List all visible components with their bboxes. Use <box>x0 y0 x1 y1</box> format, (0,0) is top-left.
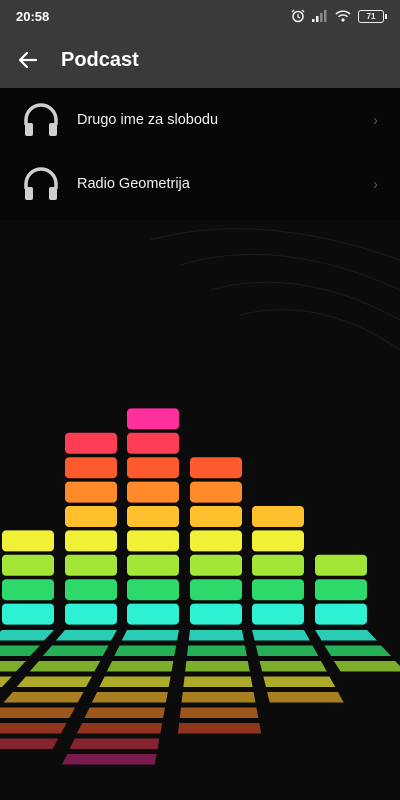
equalizer-reflection <box>185 661 250 672</box>
equalizer-block <box>127 506 179 527</box>
status-bar: 20:58 71 <box>0 0 400 32</box>
equalizer-reflection <box>0 661 26 672</box>
equalizer-block <box>252 579 304 601</box>
equalizer-block <box>252 603 304 625</box>
alarm-icon <box>291 9 305 23</box>
equalizer-reflection <box>16 676 92 687</box>
equalizer-block <box>127 579 179 601</box>
equalizer-reflection <box>188 630 245 641</box>
podcast-item-label: Drugo ime za slobodu <box>77 112 219 128</box>
equalizer-block <box>127 554 179 576</box>
equalizer-reflection <box>76 723 163 734</box>
equalizer-block <box>127 603 179 625</box>
equalizer-reflection <box>177 723 262 734</box>
equalizer-reflection <box>0 707 76 718</box>
equalizer-block <box>127 408 179 430</box>
back-button[interactable] <box>16 48 40 72</box>
wifi-icon <box>335 10 351 22</box>
equalizer-reflection <box>106 661 174 672</box>
equalizer-block <box>65 530 117 552</box>
equalizer-reflection <box>121 630 179 641</box>
equalizer-block <box>252 554 304 576</box>
equalizer-reflection <box>263 676 336 687</box>
chevron-right-icon: › <box>373 111 378 129</box>
equalizer-block <box>65 432 117 454</box>
chevron-right-icon: › <box>373 175 378 193</box>
equalizer-reflection <box>62 754 157 765</box>
equalizer-reflection <box>0 738 59 749</box>
equalizer-block <box>190 603 242 625</box>
equalizer-reflection <box>29 661 101 672</box>
equalizer-block <box>2 530 54 552</box>
arrow-left-icon <box>18 51 38 69</box>
equalizer-reflection <box>42 645 109 656</box>
equalizer-block <box>127 457 179 479</box>
podcast-item[interactable]: Radio Geometrija › <box>0 152 400 216</box>
equalizer-reflection <box>69 738 160 749</box>
equalizer-reflection <box>0 676 12 687</box>
equalizer-reflection <box>324 645 392 656</box>
headphones-icon <box>24 167 58 200</box>
equalizer-block <box>127 432 179 454</box>
equalizer-block <box>252 530 304 552</box>
headphones-icon <box>24 103 58 136</box>
equalizer-block <box>2 579 54 601</box>
equalizer-reflection <box>267 692 344 703</box>
battery-level: 71 <box>366 11 376 21</box>
equalizer-block <box>315 603 367 625</box>
podcast-item-label: Radio Geometrija <box>77 176 190 192</box>
equalizer-block <box>65 579 117 601</box>
page-title: Podcast <box>61 48 139 71</box>
equalizer-block <box>127 530 179 552</box>
equalizer-reflection <box>84 707 166 718</box>
equalizer-block <box>190 554 242 576</box>
equalizer-reflection <box>252 630 310 641</box>
equalizer-block <box>65 506 117 527</box>
equalizer-reflection <box>333 661 400 672</box>
equalizer-reflection <box>259 661 327 672</box>
equalizer-block <box>190 457 242 479</box>
equalizer-reflection <box>99 676 171 687</box>
equalizer-background <box>0 228 400 765</box>
equalizer-block <box>315 554 367 576</box>
equalizer-reflection <box>3 692 84 703</box>
equalizer-reflection <box>0 630 54 641</box>
equalizer-block <box>65 554 117 576</box>
equalizer-block <box>252 506 304 527</box>
equalizer-reflection <box>0 723 67 734</box>
equalizer-block <box>190 530 242 552</box>
equalizer-block <box>65 457 117 479</box>
signal-icon <box>312 10 327 22</box>
equalizer-block <box>2 603 54 625</box>
status-icons: 71 <box>291 9 387 23</box>
equalizer-block <box>190 506 242 527</box>
equalizer-reflection <box>55 630 117 641</box>
battery-icon: 71 <box>358 9 387 23</box>
equalizer-block <box>65 481 117 503</box>
equalizer-reflection <box>0 645 40 656</box>
podcast-item[interactable]: Drugo ime za slobodu › <box>0 88 400 152</box>
equalizer-block <box>315 579 367 601</box>
equalizer-block <box>2 554 54 576</box>
equalizer-reflection <box>183 676 253 687</box>
equalizer-block <box>190 579 242 601</box>
equalizer-reflection <box>181 692 256 703</box>
podcast-list: Drugo ime za slobodu › Radio Geometrija … <box>0 88 400 220</box>
status-time: 20:58 <box>16 8 50 24</box>
equalizer-block <box>127 481 179 503</box>
equalizer-reflection <box>114 645 177 656</box>
equalizer-reflection <box>91 692 168 703</box>
equalizer-block <box>190 481 242 503</box>
equalizer-reflection <box>315 630 377 641</box>
equalizer-reflection <box>179 707 259 718</box>
app-bar: Podcast <box>0 32 400 88</box>
equalizer-block <box>65 603 117 625</box>
equalizer-reflection <box>186 645 247 656</box>
equalizer-reflection <box>255 645 319 656</box>
